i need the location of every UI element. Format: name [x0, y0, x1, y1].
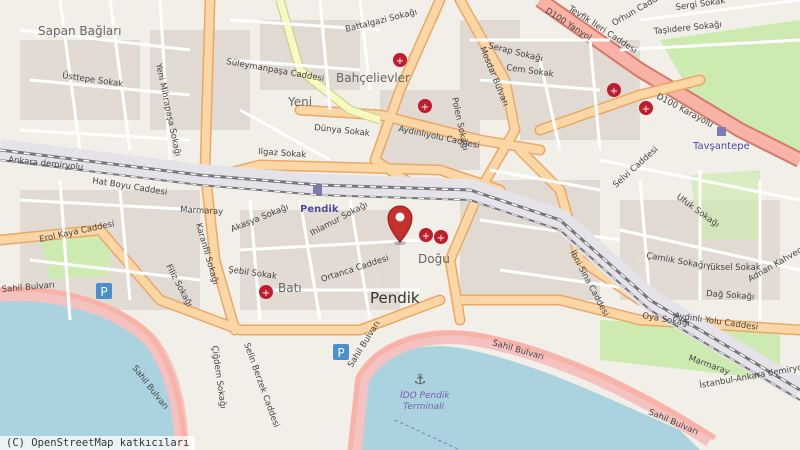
parking-icon[interactable]: P — [96, 283, 112, 299]
hospital-icon: + — [419, 228, 433, 242]
svg-text:+: + — [396, 56, 404, 67]
hospital-icon: + — [393, 53, 407, 67]
hospital-icon: + — [639, 101, 653, 115]
svg-text:+: + — [421, 102, 429, 113]
svg-text:P: P — [337, 346, 344, 360]
svg-text:⚓: ⚓ — [414, 372, 427, 388]
svg-text:+: + — [642, 104, 650, 115]
svg-text:+: + — [262, 288, 270, 299]
map-canvas[interactable]: ⚓ P P + + + + + + + Ankara demiryolu Hat… — [0, 0, 800, 450]
parking-icon[interactable]: P — [333, 344, 349, 360]
pendik-station-icon[interactable] — [313, 185, 322, 194]
district-label: Batı — [278, 281, 302, 295]
town-label: Pendik — [370, 289, 420, 307]
map-attribution[interactable]: (C) OpenStreetMap katkıcıları — [0, 436, 196, 450]
district-label: Yeni — [287, 95, 312, 109]
station-label: Pendik — [300, 204, 339, 215]
svg-text:P: P — [100, 285, 107, 299]
tavsantepe-station-icon[interactable] — [717, 127, 726, 136]
district-label: Sapan Bağları — [38, 24, 122, 38]
svg-text:+: + — [422, 231, 430, 242]
ferry-anchor-icon[interactable]: ⚓ — [414, 372, 427, 388]
svg-text:+: + — [610, 86, 618, 97]
hospital-icon: + — [259, 285, 273, 299]
district-label: Doğu — [418, 252, 450, 266]
svg-text:+: + — [437, 233, 445, 244]
district-label: Bahçelievler — [336, 71, 410, 85]
hospital-icon: + — [607, 83, 621, 97]
hospital-icon: + — [434, 230, 448, 244]
ferry-label: İDO Pendik — [400, 390, 450, 401]
station-label: Tavşantepe — [692, 141, 750, 152]
ferry-label: Terminali — [403, 402, 445, 412]
hospital-icon: + — [418, 99, 432, 113]
